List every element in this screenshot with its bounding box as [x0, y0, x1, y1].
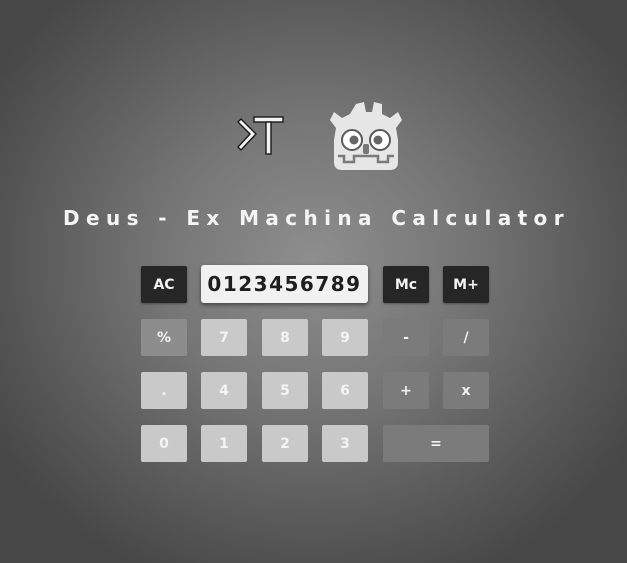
logo-area [0, 0, 627, 190]
app-title: Deus - Ex Machina Calculator [63, 206, 570, 230]
digit-1-button[interactable]: 1 [201, 425, 247, 462]
digit-0-button[interactable]: 0 [141, 425, 187, 462]
calculator-display: 0123456789 [201, 265, 368, 303]
minus-button[interactable]: - [383, 319, 429, 356]
digit-2-button[interactable]: 2 [262, 425, 308, 462]
multiply-button[interactable]: x [443, 372, 489, 409]
digit-3-button[interactable]: 3 [322, 425, 368, 462]
divide-button[interactable]: / [443, 319, 489, 356]
digit-7-button[interactable]: 7 [201, 319, 247, 356]
memory-add-button[interactable]: M+ [443, 266, 489, 303]
ac-button[interactable]: AC [141, 266, 187, 303]
plus-button[interactable]: + [383, 372, 429, 409]
equals-button[interactable]: = [383, 425, 489, 462]
percent-button[interactable]: % [141, 319, 187, 356]
godot-icon [330, 102, 402, 170]
terminal-icon [237, 116, 284, 155]
decimal-point-button[interactable]: . [141, 372, 187, 409]
digit-9-button[interactable]: 9 [322, 319, 368, 356]
digit-8-button[interactable]: 8 [262, 319, 308, 356]
digit-4-button[interactable]: 4 [201, 372, 247, 409]
memory-clear-button[interactable]: Mc [383, 266, 429, 303]
digit-5-button[interactable]: 5 [262, 372, 308, 409]
digit-6-button[interactable]: 6 [322, 372, 368, 409]
